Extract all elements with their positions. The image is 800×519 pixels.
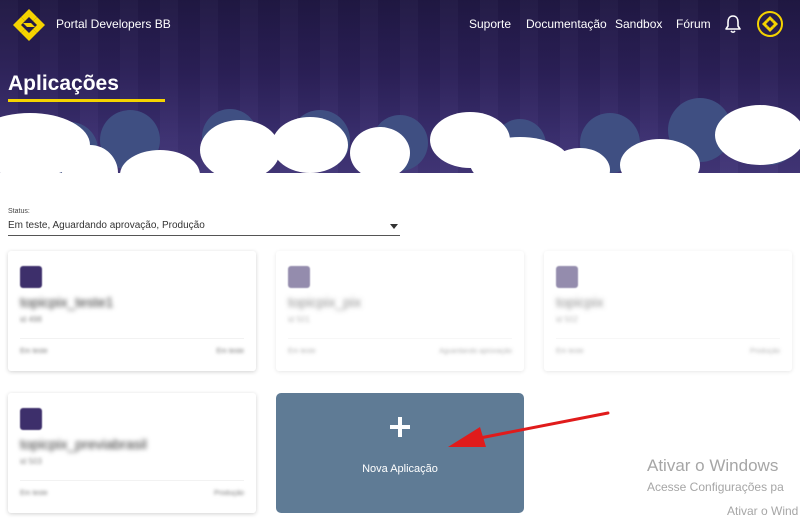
- windows-activation-title: Ativar o Windows: [647, 456, 779, 475]
- app-id: id 501: [288, 315, 310, 324]
- nav-suporte[interactable]: Suporte: [469, 17, 511, 31]
- card-divider: [288, 338, 512, 339]
- app-status: Produção: [214, 490, 244, 497]
- app-card[interactable]: topicpix_teste1 id 498 Em teste Em teste: [8, 251, 256, 371]
- app-environment: Em teste: [556, 348, 584, 355]
- app-environment: Em teste: [20, 490, 48, 497]
- app-icon: [20, 266, 42, 288]
- app-card[interactable]: topicpix id 502 Em teste Produção: [544, 251, 792, 371]
- card-divider: [20, 338, 244, 339]
- app-id: id 498: [20, 315, 42, 324]
- card-divider: [20, 480, 244, 481]
- app-icon: [288, 266, 310, 288]
- app-icon: [556, 266, 578, 288]
- app-status: Em teste: [216, 348, 244, 355]
- app-id: id 503: [20, 457, 42, 466]
- app-name: topicpix_previabrasil: [20, 436, 147, 452]
- card-divider: [556, 338, 780, 339]
- nav-sandbox[interactable]: Sandbox: [615, 17, 662, 31]
- app-id: id 502: [556, 315, 578, 324]
- app-card[interactable]: topicpix_pix id 501 Em teste Aguardando …: [276, 251, 524, 371]
- windows-activation-line2: Ativar o Wind: [727, 504, 799, 518]
- status-selected-value: Em teste, Aguardando aprovação, Produção: [8, 220, 205, 231]
- nav-forum[interactable]: Fórum: [676, 17, 711, 31]
- app-environment: Em teste: [288, 348, 316, 355]
- bb-avatar-icon: [762, 16, 778, 32]
- status-select[interactable]: Em teste, Aguardando aprovação, Produção: [8, 219, 400, 236]
- app-name: topicpix_teste1: [20, 294, 114, 310]
- new-app-label: Nova Aplicação: [362, 463, 438, 475]
- nav-documentacao[interactable]: Documentação: [526, 17, 607, 31]
- app-name: topicpix: [556, 294, 604, 310]
- app-icon: [20, 408, 42, 430]
- top-navbar: Portal Developers BB Suporte Documentaçã…: [0, 0, 800, 48]
- status-label: Status:: [8, 208, 30, 215]
- windows-activation-line1: Acesse Configurações pa: [647, 480, 784, 494]
- red-arrow-annotation: [448, 411, 610, 447]
- dropdown-caret-icon: [390, 224, 398, 229]
- page-title: Aplicações: [8, 72, 119, 95]
- app-environment: Em teste: [20, 348, 48, 355]
- page: Portal Developers BB Suporte Documentaçã…: [0, 0, 800, 519]
- app-name: topicpix_pix: [288, 294, 362, 310]
- plus-icon: [390, 417, 410, 437]
- bell-icon[interactable]: [724, 14, 742, 34]
- app-status: Produção: [750, 348, 780, 355]
- app-status: Aguardando aprovação: [439, 348, 512, 355]
- bb-logo-icon[interactable]: [12, 8, 46, 42]
- user-avatar[interactable]: [757, 11, 783, 37]
- clouds-decoration: [0, 98, 800, 195]
- app-card[interactable]: topicpix_previabrasil id 503 Em teste Pr…: [8, 393, 256, 513]
- brand-name[interactable]: Portal Developers BB: [56, 17, 171, 31]
